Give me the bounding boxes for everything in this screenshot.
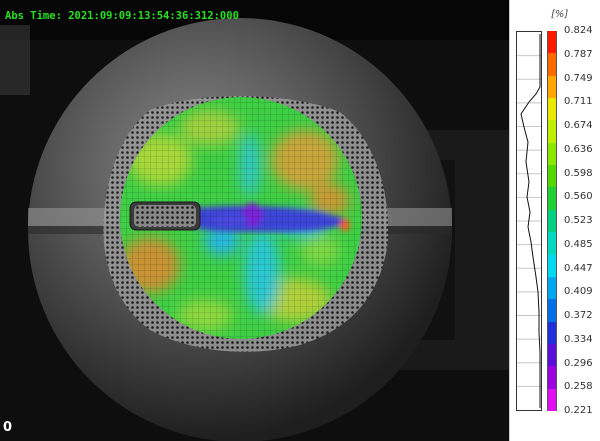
colorbar-segment	[548, 53, 556, 76]
legend-tick-label: 0.334	[564, 333, 593, 345]
dic-analysis-window: Abs Time: 2021:09:09:13:54:36:312:000 0 …	[0, 0, 600, 441]
color-legend-panel: [%] 0.824 0.787 0.749 0.711 0.674 0.636 0.598 0…	[509, 0, 600, 441]
colorbar-segment	[548, 254, 556, 277]
legend-tick-label: 0.523	[564, 215, 593, 226]
abs-time-readout: Abs Time: 2021:09:09:13:54:36:312:000	[5, 10, 239, 22]
legend-tick-label: 0.598	[564, 167, 593, 179]
legend-tick-label: 0.372	[564, 310, 593, 321]
colorbar-segment	[548, 187, 556, 210]
colorbar-segment	[548, 232, 556, 255]
colorbar-segment	[548, 209, 556, 233]
legend-tick-label: 0.447	[564, 262, 593, 274]
colorbar-segment	[548, 31, 556, 54]
legend-tick-label: 0.711	[564, 96, 593, 108]
legend-tick-label: 0.787	[564, 48, 593, 60]
legend-unit-label: [%]	[551, 9, 569, 20]
colorbar-segment	[548, 366, 556, 389]
legend-tick-label: 0.485	[564, 238, 593, 250]
legend-tick-label: 0.409	[564, 286, 593, 298]
colorbar-segment	[548, 299, 556, 322]
colorbar-segment	[548, 276, 556, 300]
value-histogram	[516, 31, 542, 411]
colorbar-segment	[548, 120, 556, 143]
camera-viewport[interactable]: Abs Time: 2021:09:09:13:54:36:312:000 0	[0, 0, 509, 441]
legend-tick-label: 0.560	[564, 191, 593, 203]
legend-tick-label: 0.296	[564, 357, 593, 369]
colorbar-segment	[548, 343, 556, 367]
legend-tick-label: 0.749	[564, 72, 593, 84]
colorbar	[547, 31, 557, 411]
colorbar-segment	[548, 165, 556, 188]
frame-index-label: 0	[3, 420, 13, 435]
colorbar-segment	[548, 75, 556, 99]
legend-tick-label: 0.824	[564, 25, 593, 36]
legend-tick-label: 0.221	[564, 405, 593, 416]
strain-field-overlay	[0, 0, 509, 441]
legend-tick-label: 0.636	[564, 143, 593, 155]
histogram-curve	[517, 34, 541, 408]
legend-tick-label: 0.674	[564, 120, 593, 131]
colorbar-segment	[548, 98, 556, 121]
thermocouple-probe	[129, 201, 201, 231]
legend-tick-label: 0.258	[564, 381, 593, 393]
colorbar-segment	[548, 142, 556, 166]
colorbar-segment	[548, 388, 556, 411]
colorbar-segment	[548, 321, 556, 344]
